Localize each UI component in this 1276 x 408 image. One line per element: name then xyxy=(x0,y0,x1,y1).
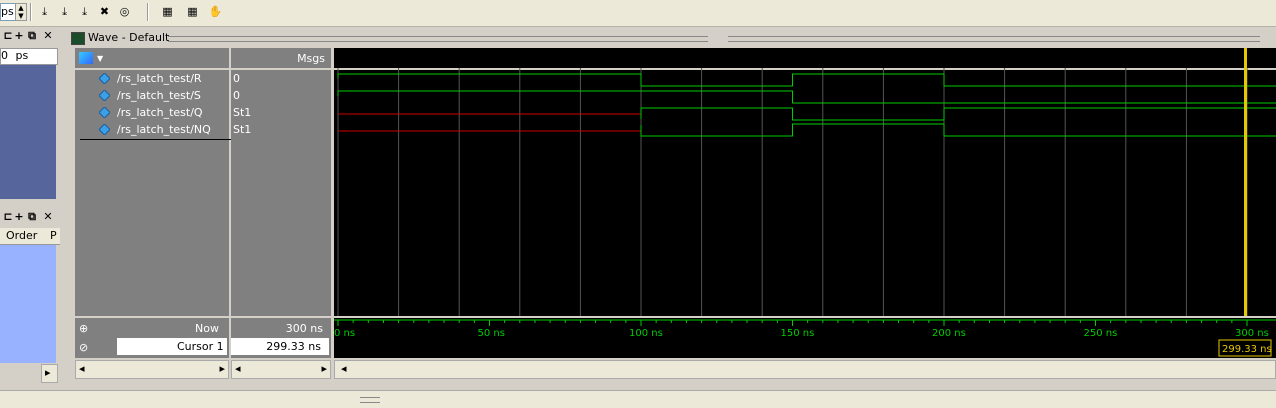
cursor-value: 299.33 ns xyxy=(266,340,321,353)
time-unit-spinner[interactable]: ▲ ▼ xyxy=(15,3,27,21)
time-field[interactable]: 0 ps xyxy=(0,48,58,65)
step-over-icon[interactable]: ⤓ xyxy=(55,2,74,21)
names-scrollbar[interactable]: ◂ ▸ xyxy=(75,360,229,379)
add-icon[interactable]: + xyxy=(13,210,25,223)
undock-icon[interactable]: ⧉ xyxy=(26,29,38,42)
waveform-trace xyxy=(337,90,1276,104)
signal-value: St1 xyxy=(233,123,252,136)
lock-cursor-icon[interactable]: ⊘ xyxy=(79,341,88,354)
close-icon[interactable]: ✕ xyxy=(42,210,54,223)
waveform-trace xyxy=(337,73,1276,87)
step-out-icon[interactable]: ⤓ xyxy=(75,2,94,21)
wave-window-title: Wave - Default xyxy=(88,31,170,44)
signal-diamond-icon xyxy=(99,124,110,135)
p-column-header[interactable]: P xyxy=(50,229,57,242)
signal-name[interactable]: /rs_latch_test/S xyxy=(117,88,201,104)
timeline-label: 150 ns xyxy=(781,328,815,339)
dataflow-trace-icon[interactable]: ▦ xyxy=(183,2,202,21)
hand-pan-icon[interactable]: ✋ xyxy=(206,2,225,21)
timeline-label: 300 ns xyxy=(1235,328,1269,339)
objects-list[interactable] xyxy=(0,245,56,363)
timeline-ruler[interactable]: 0 ns 50 ns 100 ns 150 ns 200 ns 250 ns 300 ns … xyxy=(334,318,1276,358)
values-scrollbar[interactable]: ◂ ▸ xyxy=(231,360,331,379)
undock-icon[interactable]: ⧉ xyxy=(26,210,38,223)
waveform-trace xyxy=(640,123,1276,137)
pane-header: ⊏ + ⧉ ✕ xyxy=(0,29,60,44)
cursor-flag-text: 299.33 ns xyxy=(1222,344,1272,355)
dataflow-icon[interactable]: ▦ xyxy=(158,2,177,21)
waveform-svg[interactable] xyxy=(334,48,1276,316)
timeline-label: 100 ns xyxy=(629,328,663,339)
left-scrollbar[interactable]: ▸ xyxy=(41,364,58,383)
timeline-label: 0 ns xyxy=(334,328,355,339)
break-icon[interactable]: ✖ xyxy=(95,2,114,21)
close-icon[interactable]: ✕ xyxy=(42,29,54,42)
toolbar-separator xyxy=(147,3,149,21)
signal-value: St1 xyxy=(233,106,252,119)
signal-name[interactable]: /rs_latch_test/NQ xyxy=(117,122,211,138)
time-field-value: 0 xyxy=(1,49,8,62)
now-label: Now xyxy=(195,322,219,335)
add-cursor-icon[interactable]: ⊕ xyxy=(79,322,88,335)
waveform-scrollbar[interactable]: ◂ xyxy=(334,360,1276,379)
cursor-label: Cursor 1 xyxy=(177,340,224,353)
signal-diamond-icon xyxy=(99,107,110,118)
main-toolbar: ps ▲ ▼ ⤓ ⤓ ⤓ ✖ ◎ ▦ ▦ ✋ xyxy=(0,0,1276,27)
signal-diamond-icon xyxy=(99,73,110,84)
step-icon[interactable]: ⤓ xyxy=(35,2,54,21)
waveform-trace xyxy=(640,107,1276,121)
signal-value: 0 xyxy=(233,89,240,102)
msgs-header-label: Msgs xyxy=(297,52,325,65)
time-field-unit: ps xyxy=(15,49,29,62)
timeline-label: 50 ns xyxy=(478,328,505,339)
cursor-line[interactable] xyxy=(1244,48,1247,316)
signal-names-header: ▼ xyxy=(75,48,229,70)
timeline-label: 250 ns xyxy=(1084,328,1118,339)
cursor-name-field[interactable]: Cursor 1 xyxy=(117,338,227,355)
order-column-header[interactable]: Order xyxy=(6,229,37,242)
status-bar xyxy=(0,390,1276,408)
status-grip[interactable] xyxy=(360,397,380,403)
titlebar-grip xyxy=(728,36,1260,42)
time-unit-field[interactable]: ps xyxy=(0,3,16,21)
cursor-value-field[interactable]: 299.33 ns xyxy=(231,338,329,355)
titlebar-grip xyxy=(168,36,708,42)
column-header: Order P xyxy=(0,228,60,245)
values-header: Msgs xyxy=(231,48,331,70)
pane-header-2: ⊏ + ⧉ ✕ xyxy=(0,210,60,225)
signal-tool-icon[interactable] xyxy=(79,52,93,64)
signal-diamond-icon xyxy=(99,90,110,101)
add-icon[interactable]: + xyxy=(13,29,25,42)
signal-name[interactable]: /rs_latch_test/R xyxy=(117,71,202,87)
structure-list[interactable] xyxy=(0,65,56,199)
now-value: 300 ns xyxy=(285,322,323,335)
toolbar-separator xyxy=(30,3,32,21)
restart-icon[interactable]: ◎ xyxy=(115,2,134,21)
signal-name[interactable]: /rs_latch_test/Q xyxy=(117,105,203,121)
wave-window-titlebar[interactable]: Wave - Default xyxy=(68,29,1276,46)
wave-window-icon xyxy=(71,32,85,45)
values-pane xyxy=(231,48,331,316)
signal-value: 0 xyxy=(233,72,240,85)
timeline-label: 200 ns xyxy=(932,328,966,339)
dropdown-arrow-icon[interactable]: ▼ xyxy=(97,54,103,63)
